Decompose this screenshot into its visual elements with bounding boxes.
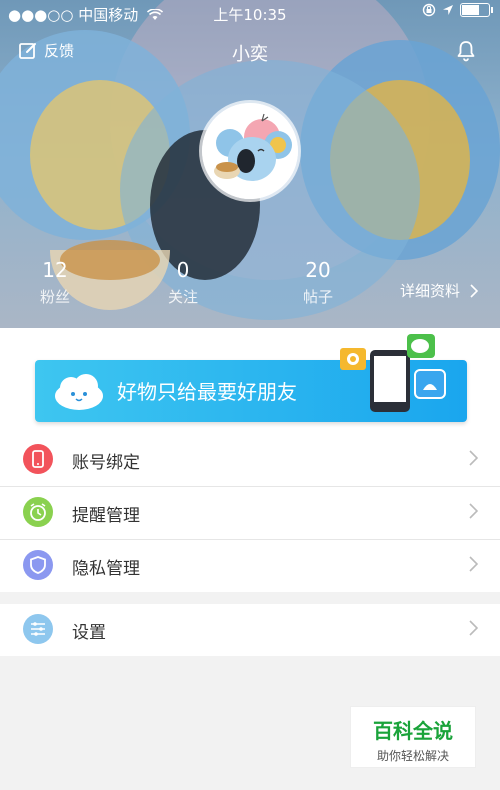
status-right-icons xyxy=(422,3,493,17)
shield-icon xyxy=(23,550,53,580)
stat-value: 0 xyxy=(176,258,190,282)
chevron-right-icon xyxy=(469,450,478,466)
detail-profile-link[interactable]: 详细资料 xyxy=(400,280,479,301)
menu-item-label: 提醒管理 xyxy=(72,506,140,526)
stat-label: 关注 xyxy=(167,288,198,306)
cloud-mascot-icon xyxy=(55,374,103,410)
stat-value: 12 xyxy=(42,258,68,282)
avatar[interactable] xyxy=(202,103,298,199)
rotation-lock-icon xyxy=(422,3,436,17)
menu-item-label: 设置 xyxy=(72,623,106,643)
bell-icon xyxy=(457,41,475,62)
phone-icon xyxy=(23,444,53,474)
nav-bar: 反馈 小奕 xyxy=(0,32,500,72)
status-bar: ●●●○○ 中国移动 上午10:35 xyxy=(0,0,500,26)
menu-item-reminders[interactable]: 提醒管理 xyxy=(0,487,500,539)
notification-button[interactable] xyxy=(456,40,476,66)
stat-label: 粉丝 xyxy=(39,288,70,306)
banner-text: 好物只给最要好朋友 xyxy=(117,380,297,404)
profile-header: ●●●○○ 中国移动 上午10:35 反馈 小奕 12 粉丝 0 关注 20 帖… xyxy=(0,0,500,328)
chevron-right-icon xyxy=(469,620,478,636)
watermark-title: 百科全说 xyxy=(373,719,453,743)
menu-item-label: 隐私管理 xyxy=(72,559,140,579)
stat-value: 20 xyxy=(305,258,331,282)
location-arrow-icon xyxy=(443,5,453,15)
watermark-logo: 百科全说 助你轻松解决 xyxy=(350,706,476,768)
chevron-right-icon xyxy=(469,556,478,572)
share-illustration-icon xyxy=(340,334,446,412)
sliders-icon xyxy=(23,614,53,644)
koala-avatar-image xyxy=(202,103,298,199)
stat-posts[interactable]: 20 帖子 xyxy=(278,258,358,307)
stat-followers[interactable]: 12 粉丝 xyxy=(15,258,95,307)
menu-item-privacy[interactable]: 隐私管理 xyxy=(0,540,500,592)
menu-item-settings[interactable]: 设置 xyxy=(0,604,500,656)
chevron-right-icon xyxy=(469,503,478,519)
watermark-subtitle: 助你轻松解决 xyxy=(376,749,449,763)
stat-label: 帖子 xyxy=(302,288,333,306)
page-title: 小奕 xyxy=(232,44,268,65)
battery-icon xyxy=(460,3,493,17)
stat-following[interactable]: 0 关注 xyxy=(143,258,223,307)
menu-item-label: 账号绑定 xyxy=(72,453,140,473)
alarm-clock-icon xyxy=(23,497,53,527)
chevron-right-icon xyxy=(470,283,479,298)
detail-profile-label: 详细资料 xyxy=(400,282,461,300)
menu-item-account-binding[interactable]: 账号绑定 xyxy=(0,434,500,486)
